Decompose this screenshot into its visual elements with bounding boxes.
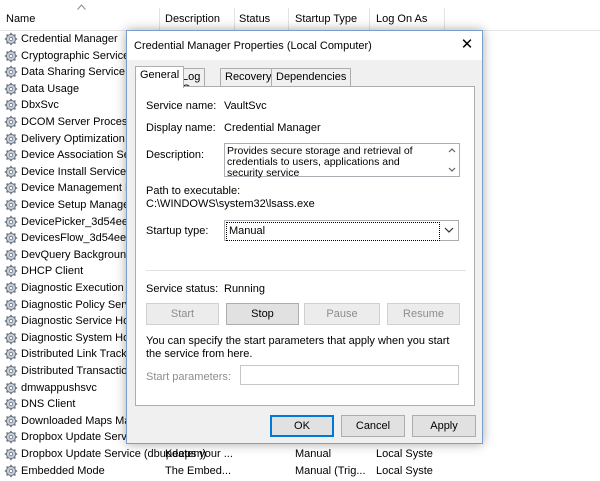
service-name: Embedded Mode [21, 464, 105, 477]
gear-icon [4, 215, 18, 229]
gear-icon [4, 364, 18, 378]
service-row[interactable]: Dropbox Update Service (dbupdatem) Keeps … [0, 446, 600, 463]
service-name: dmwappushsvc [21, 381, 97, 394]
tab-dependencies[interactable]: Dependencies [271, 68, 352, 87]
gear-icon [4, 314, 18, 328]
gear-icon [4, 281, 18, 295]
service-name: Cryptographic Services [21, 49, 135, 62]
service-log-on-as: Local Syste [376, 448, 433, 460]
dialog-title: Credential Manager Properties (Local Com… [134, 40, 372, 52]
service-row[interactable]: Embedded Mode The Embed... Manual (Trig...… [0, 463, 600, 480]
divider [146, 270, 466, 271]
cancel-button[interactable]: Cancel [341, 415, 405, 437]
service-name-label: Service name: [146, 100, 217, 112]
ok-button[interactable]: OK [270, 415, 334, 437]
gear-icon [4, 381, 18, 395]
general-panel: Service name: VaultSvc Display name: Cre… [135, 86, 475, 406]
tab-recovery[interactable]: Recovery [220, 68, 277, 87]
start-parameters-label: Start parameters: [146, 371, 231, 383]
resume-button[interactable]: Resume [387, 303, 460, 325]
startup-type-select[interactable]: Manual [224, 220, 459, 241]
gear-icon [4, 231, 18, 245]
service-name: DHCP Client [21, 265, 84, 278]
column-header-name[interactable]: Name [6, 13, 35, 25]
chevron-down-icon [444, 227, 454, 233]
gear-icon [4, 298, 18, 312]
path-label: Path to executable: [146, 185, 241, 197]
gear-icon [4, 248, 18, 262]
service-name: Device Setup Manager [21, 199, 133, 211]
sort-ascending-icon [77, 4, 86, 10]
gear-icon [4, 347, 18, 361]
gear-icon [4, 198, 18, 212]
close-icon[interactable]: ✕ [458, 36, 476, 54]
gear-icon [4, 82, 18, 96]
gear-icon [4, 65, 18, 79]
startup-type-value-box: Manual [226, 222, 440, 241]
gear-icon [4, 148, 18, 162]
description-label: Description: [146, 149, 205, 161]
service-name: DbxSvc [21, 99, 59, 112]
gear-icon [4, 115, 18, 129]
start-parameters-input[interactable] [240, 365, 459, 385]
dialog-titlebar[interactable]: Credential Manager Properties (Local Com… [127, 31, 482, 60]
service-description: Keeps your ... [165, 448, 233, 460]
column-header-status[interactable]: Status [239, 13, 270, 25]
service-startup-type: Manual [295, 448, 332, 460]
apply-button[interactable]: Apply [412, 415, 476, 437]
tab-general[interactable]: General [135, 66, 185, 88]
properties-dialog: Credential Manager Properties (Local Com… [126, 30, 483, 444]
service-name: Data Usage [21, 82, 80, 95]
gear-icon [4, 414, 18, 428]
service-log-on-as: Local Syste [376, 464, 433, 477]
start-button[interactable]: Start [146, 303, 219, 325]
display-name-label: Display name: [146, 122, 216, 134]
service-name: DevicesFlow_3d54ee6 [21, 232, 133, 245]
description-text: Provides secure storage and retrieval of… [227, 145, 413, 179]
pause-button[interactable]: Pause [304, 303, 380, 325]
service-status-value: Running [224, 283, 265, 295]
service-name: Device Install Service [21, 165, 127, 178]
path-value: C:\WINDOWS\system32\lsass.exe [146, 198, 315, 210]
service-status-label: Service status: [146, 283, 219, 295]
description-scrollbar[interactable] [445, 144, 459, 176]
service-name: Data Sharing Service [21, 66, 125, 79]
service-name: Diagnostic Service Host [21, 315, 138, 328]
display-name-value: Credential Manager [224, 122, 321, 134]
gear-icon [4, 264, 18, 278]
column-header-row: Name Description Status Startup Type Log… [0, 0, 600, 31]
gear-icon [4, 447, 18, 461]
service-name: Diagnostic System Host [21, 331, 138, 344]
help-text: You can specify the start parameters tha… [146, 335, 450, 360]
gear-icon [4, 132, 18, 146]
gear-icon [4, 32, 18, 46]
service-name: Credential Manager [21, 33, 118, 45]
column-header-startup-type[interactable]: Startup Type [295, 13, 357, 25]
service-name: Delivery Optimization [21, 132, 125, 145]
gear-icon [4, 397, 18, 411]
gear-icon [4, 165, 18, 179]
service-name: DNS Client [21, 398, 76, 411]
startup-type-value: Manual [229, 225, 266, 237]
gear-icon [4, 430, 18, 444]
service-startup-type: Manual (Trig... [295, 464, 366, 477]
gear-icon [4, 181, 18, 195]
startup-type-label: Startup type: [146, 225, 209, 237]
gear-icon [4, 331, 18, 345]
description-box[interactable]: Provides secure storage and retrieval of… [224, 143, 460, 179]
gear-icon [4, 464, 18, 478]
service-description: The Embed... [165, 464, 232, 477]
column-header-description[interactable]: Description [165, 13, 220, 25]
column-header-log-on-as[interactable]: Log On As [376, 13, 427, 25]
service-name-value: VaultSvc [224, 100, 267, 112]
service-name: DevicePicker_3d54ee6 [21, 215, 135, 228]
stop-button[interactable]: Stop [226, 303, 299, 325]
gear-icon [4, 49, 18, 63]
gear-icon [4, 98, 18, 112]
